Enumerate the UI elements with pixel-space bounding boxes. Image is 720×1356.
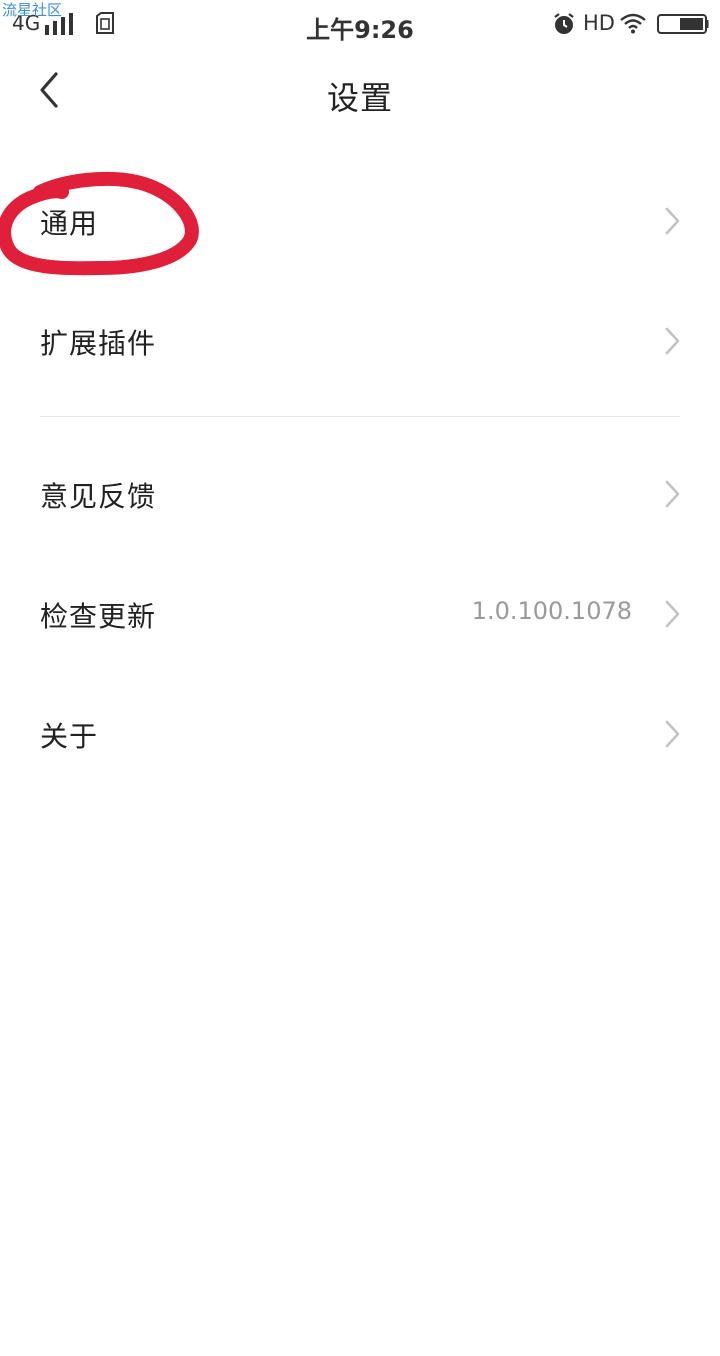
settings-item-label: 扩展插件 (40, 327, 157, 360)
battery-icon (657, 14, 709, 34)
divider (40, 416, 680, 417)
settings-item-plugins[interactable]: 扩展插件 (0, 280, 720, 400)
alarm-icon (554, 13, 574, 34)
settings-item-check-update[interactable]: 检查更新 1.0.100.1078 (0, 553, 720, 673)
chevron-right-icon (665, 480, 680, 508)
page-title: 设置 (326, 79, 393, 117)
status-bar: 4G 上午9:26 HD (0, 0, 720, 50)
settings-item-label: 意见反馈 (40, 480, 157, 513)
wifi-icon (620, 13, 646, 34)
chevron-right-icon (665, 720, 680, 748)
watermark-text: 流星社区 (2, 1, 63, 19)
hd-indicator: HD (583, 11, 615, 35)
settings-item-label: 检查更新 (40, 600, 157, 633)
settings-item-label: 关于 (40, 720, 99, 753)
version-value: 1.0.100.1078 (471, 597, 632, 625)
chevron-right-icon (665, 600, 680, 628)
settings-item-about[interactable]: 关于 (0, 673, 720, 793)
settings-item-general[interactable]: 通用 (0, 160, 720, 280)
settings-item-label: 通用 (40, 207, 99, 240)
chevron-right-icon (665, 207, 680, 235)
chevron-right-icon (665, 327, 680, 355)
settings-item-feedback[interactable]: 意见反馈 (0, 433, 720, 553)
header: 设置 (0, 55, 720, 135)
